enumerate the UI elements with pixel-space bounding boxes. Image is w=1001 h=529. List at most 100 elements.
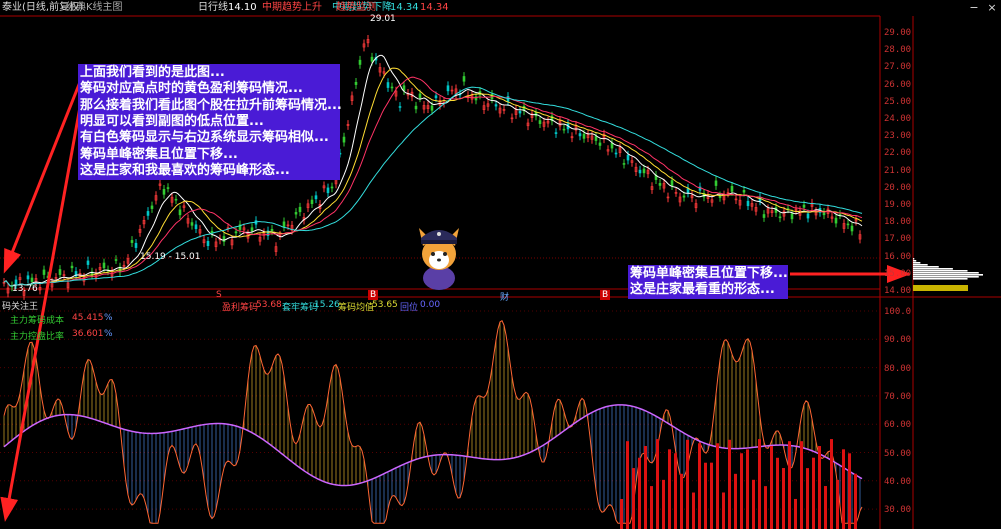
volume-bar (704, 462, 707, 529)
price-tick: 23.00 (884, 131, 912, 142)
chip-tick: 100.0 (884, 307, 912, 317)
chip-tick: 50.00 (884, 448, 912, 459)
candle-body (430, 105, 434, 111)
chip-bar (913, 276, 979, 278)
price-tick: 29.00 (884, 28, 912, 38)
volume-bar (836, 479, 839, 529)
candle-body (282, 221, 286, 228)
candle-body (222, 236, 226, 242)
volume-bar (806, 468, 809, 529)
volume-bar (800, 441, 803, 529)
candle-body (434, 95, 438, 99)
candle-body (538, 120, 542, 124)
price-tick: 25.00 (884, 96, 912, 107)
chip-bar (913, 262, 921, 264)
main-cost-label: 主力筹码成本 (10, 316, 65, 326)
candle-body (86, 260, 90, 265)
chip-tick: 60.00 (884, 420, 912, 431)
candle-body (610, 142, 614, 149)
candle-body (310, 199, 314, 205)
candle-body (594, 136, 598, 141)
candle-body (494, 104, 498, 107)
candle-body (206, 241, 210, 246)
annotation-main-line: 筹码单峰密集且位置下移... (80, 146, 238, 162)
candle-body (294, 212, 298, 215)
candle-body (250, 227, 254, 232)
candle-body (58, 269, 62, 275)
oscillator-fast-line (3, 319, 863, 524)
volume-bar (674, 453, 677, 529)
volume-bar (812, 457, 815, 529)
price-tick: 24.00 (884, 114, 912, 124)
candle-body (446, 85, 450, 92)
candle-body (26, 275, 30, 280)
candle-body (270, 228, 274, 232)
candle-body (658, 183, 662, 186)
low-price-label: 13.76 (12, 284, 38, 294)
candle-body (822, 211, 826, 216)
volume-bar (824, 486, 827, 529)
annotation-main-line: 有白色筹码显示与右边系统显示筹码相似... (80, 130, 329, 146)
candle-body (746, 200, 750, 207)
candle-body (130, 240, 134, 243)
candle-body (762, 214, 766, 218)
volume-bar (842, 449, 845, 529)
annotation-main-line: 这是庄家和我最喜欢的筹码峰形态... (80, 162, 290, 178)
trapped-value: 15.26 (314, 300, 340, 310)
candle-body (506, 96, 510, 102)
candle-body (642, 168, 646, 174)
high-price-label: 29.01 (370, 14, 396, 24)
candle-body (390, 86, 394, 89)
candle-body (598, 142, 602, 146)
chip-bar (913, 258, 915, 260)
candle-body (414, 105, 418, 110)
candle-body (386, 82, 390, 88)
volume-bar (758, 439, 761, 529)
candle-body (370, 56, 374, 62)
volume-bar (650, 486, 653, 529)
candle-body (806, 213, 810, 219)
volume-bar (632, 468, 635, 529)
price-tick: 14.00 (884, 286, 912, 296)
chip-bar (913, 260, 917, 262)
volume-bar (830, 439, 833, 529)
candle-body (626, 154, 630, 161)
candle-body (554, 132, 558, 134)
candle-body (714, 180, 718, 186)
chip-bar (913, 272, 979, 274)
candle-body (778, 216, 782, 219)
marker-b2[interactable]: B (600, 290, 611, 300)
candle-body (742, 190, 746, 193)
volume-bar (770, 445, 773, 529)
candle-body (162, 189, 166, 195)
extra-value: 0.00 (420, 300, 441, 310)
candle-body (102, 262, 106, 269)
price-tick: 27.00 (884, 62, 912, 73)
volume-bar (710, 462, 713, 529)
candle-body (234, 231, 238, 234)
volume-bar (818, 446, 821, 529)
price-tick: 20.00 (884, 182, 912, 193)
candle-body (146, 211, 150, 216)
volume-bar (716, 443, 719, 529)
candle-body (614, 152, 618, 155)
candle-body (190, 222, 194, 226)
annotation-main-line: 筹码对应高点时的黄色盈利筹码情况... (80, 81, 303, 97)
price-tick: 26.00 (884, 79, 912, 90)
marker-finance[interactable]: 财 (498, 290, 511, 303)
candle-body (834, 217, 838, 224)
volume-bar (752, 479, 755, 529)
candle-body (622, 163, 626, 165)
candle-body (30, 277, 34, 282)
chip-bar (913, 278, 968, 280)
candle-body (194, 224, 198, 230)
marker-b1[interactable]: B (368, 290, 379, 300)
profit-label: 盈利筹码 (222, 303, 259, 313)
volume-bar (764, 486, 767, 529)
candle-body (846, 223, 850, 226)
volume-bar (686, 439, 689, 529)
marker-s[interactable]: S (214, 290, 224, 300)
candle-body (114, 259, 118, 261)
volume-bar (638, 457, 641, 529)
volume-bar (722, 492, 725, 529)
